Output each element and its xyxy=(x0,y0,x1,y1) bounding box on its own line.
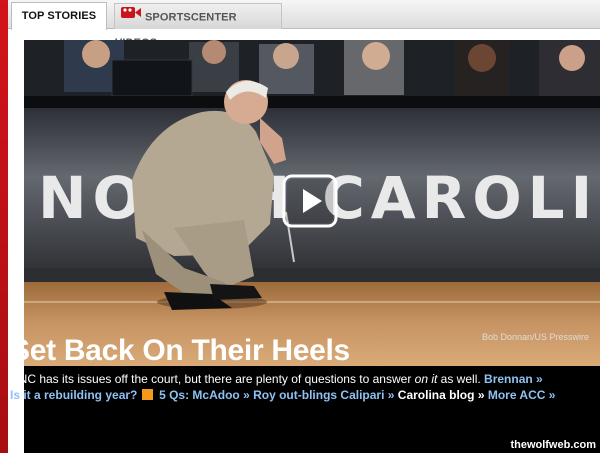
play-icon[interactable] xyxy=(282,174,338,228)
link-carolina-blog[interactable]: Carolina blog xyxy=(398,388,475,402)
tab-label: TOP STORIES xyxy=(21,10,97,22)
link-5qs-mcadoo[interactable]: 5 Qs: McAdoo » xyxy=(159,388,250,402)
summary-text-end: as well. xyxy=(437,372,481,386)
story-summary: UNC has its issues off the court, but th… xyxy=(10,372,570,386)
photo-credit: Bob Donnan/US Presswire xyxy=(481,332,589,342)
link-roy-out-blings-calipari[interactable]: Roy out-blings Calipari » xyxy=(253,388,394,402)
link-more-acc[interactable]: More ACC » xyxy=(488,388,556,402)
story-headline[interactable]: Set Back On Their Heels xyxy=(10,334,350,368)
rss-icon xyxy=(141,389,153,400)
tab-sportscenter-videos[interactable]: SPORTSCENTER VIDEOS xyxy=(114,3,282,49)
left-accent-bar xyxy=(0,0,8,453)
video-camera-icon xyxy=(121,4,141,29)
watermark: thewolfweb.com xyxy=(510,439,596,451)
link-rebuilding-year[interactable]: Is it a rebuilding year? xyxy=(10,388,137,402)
author-link[interactable]: Brennan » xyxy=(484,372,543,386)
separator: » xyxy=(477,388,485,402)
related-links: Is it a rebuilding year? 5 Qs: McAdoo » … xyxy=(10,388,555,402)
summary-text: UNC has its issues off the court, but th… xyxy=(10,372,415,386)
tab-strip: TOP STORIES SPORTSCENTER VIDEOS xyxy=(8,0,600,49)
summary-emphasis: on it xyxy=(414,372,438,386)
tab-top-stories[interactable]: TOP STORIES xyxy=(11,2,107,30)
